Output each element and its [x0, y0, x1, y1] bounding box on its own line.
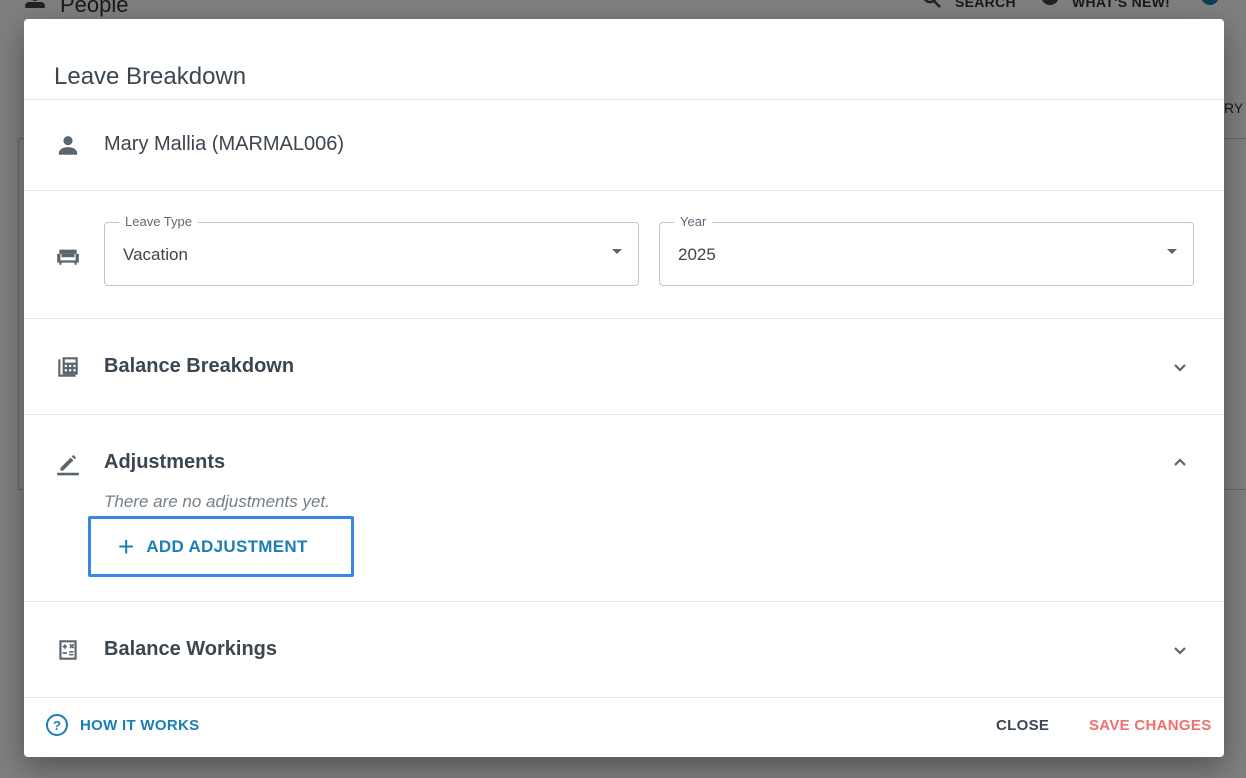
sofa-icon — [54, 241, 82, 269]
dropdown-arrow-icon — [612, 249, 622, 254]
divider — [24, 414, 1224, 415]
chevron-down-icon[interactable] — [1170, 640, 1190, 660]
divider — [24, 318, 1224, 319]
no-adjustments-message: There are no adjustments yet. — [104, 492, 330, 511]
divider — [24, 190, 1224, 191]
divider — [24, 99, 1224, 100]
close-button[interactable]: CLOSE — [996, 717, 1049, 734]
help-circle-icon: ? — [46, 714, 68, 736]
chevron-down-icon[interactable] — [1170, 357, 1190, 377]
year-value: 2025 — [678, 245, 716, 264]
how-it-works-label: HOW IT WORKS — [80, 716, 200, 734]
leave-type-label: Leave Type — [119, 214, 198, 229]
add-adjustment-label: ADD ADJUSTMENT — [146, 536, 308, 556]
employee-name: Mary Mallia (MARMAL006) — [104, 133, 345, 155]
add-adjustment-button[interactable]: + ADD ADJUSTMENT — [88, 516, 354, 577]
pencil-underline-icon — [54, 449, 82, 477]
calculator-grid-icon — [54, 353, 82, 381]
leave-type-value: Vacation — [123, 245, 188, 264]
dropdown-arrow-icon — [1167, 249, 1177, 254]
year-label: Year — [674, 214, 713, 229]
save-changes-button[interactable]: SAVE CHANGES — [1089, 717, 1212, 734]
balance-breakdown-header[interactable]: Balance Breakdown — [104, 355, 294, 378]
dialog-footer: ? HOW IT WORKS CLOSE SAVE CHANGES — [24, 698, 1224, 757]
leave-breakdown-dialog: Leave Breakdown Mary Mallia (MARMAL006) … — [24, 19, 1224, 757]
plus-icon: + — [118, 530, 135, 562]
year-select[interactable]: Year 2025 — [659, 214, 1194, 286]
balance-workings-header[interactable]: Balance Workings — [104, 638, 277, 661]
chevron-up-icon[interactable] — [1170, 453, 1190, 473]
leave-type-select[interactable]: Leave Type Vacation — [104, 214, 639, 286]
dialog-title: Leave Breakdown — [54, 63, 247, 90]
divider — [24, 601, 1224, 602]
how-it-works-link[interactable]: ? HOW IT WORKS — [46, 714, 199, 736]
adjustments-header[interactable]: Adjustments — [104, 451, 225, 474]
calculator-icon — [54, 636, 82, 664]
person-icon — [54, 131, 82, 159]
